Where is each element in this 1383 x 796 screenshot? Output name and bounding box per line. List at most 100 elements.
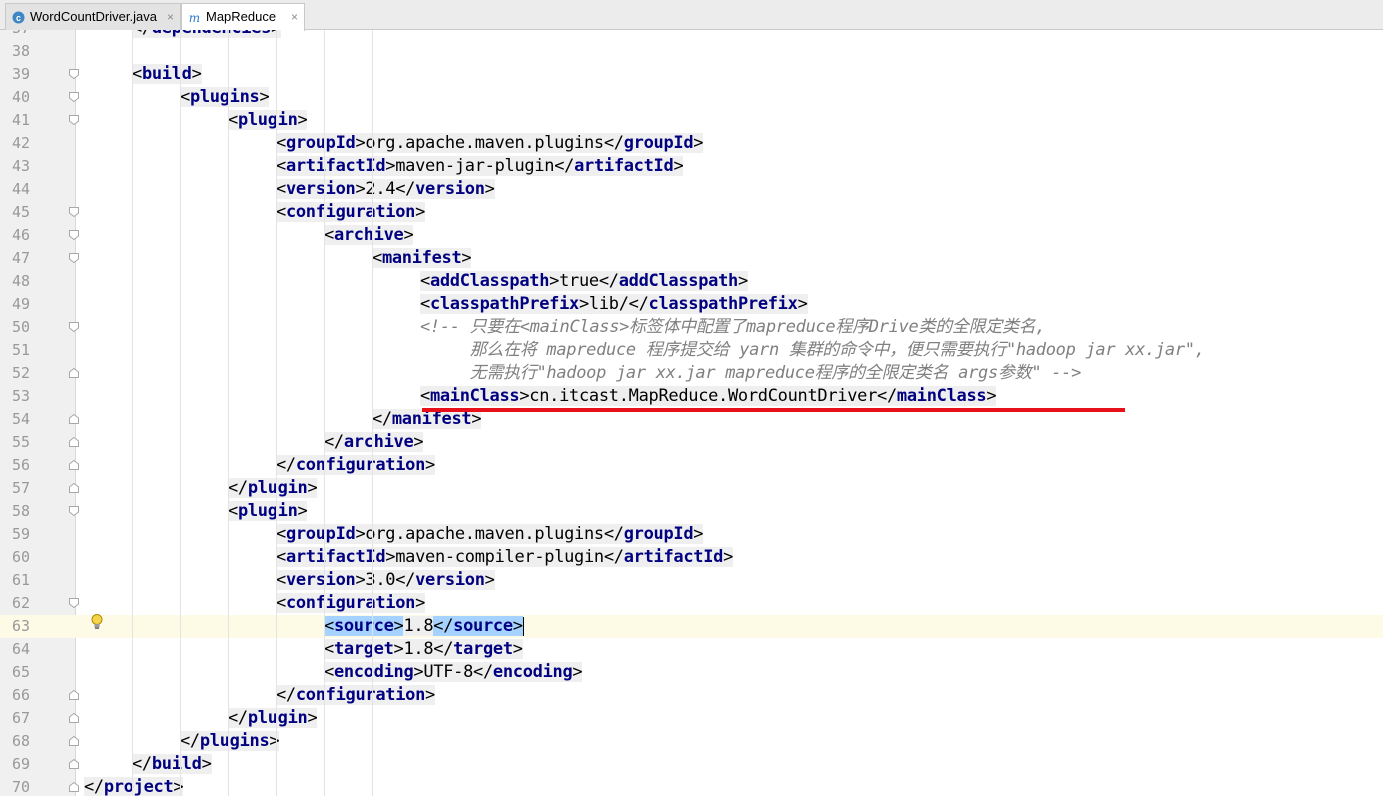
line-number: 61 [11,571,30,589]
code-line[interactable]: 42 <groupId>org.apache.maven.plugins</gro… [0,132,1383,155]
lightbulb-icon[interactable] [90,613,104,631]
close-icon[interactable]: × [167,4,174,30]
fold-open-icon[interactable] [69,506,79,516]
code-line[interactable]: 47 <manifest> [0,247,1383,270]
code-text: <groupId>org.apache.maven.plugins</group… [276,132,704,155]
fold-open-icon[interactable] [69,230,79,240]
code-token: maven-jar-plugin [395,156,555,176]
fold-close-icon[interactable] [69,437,79,447]
code-token: </ [132,30,152,38]
code-line[interactable]: 61 <version>3.0</version> [0,569,1383,592]
xml-tag-name: version [285,570,356,590]
code-line[interactable]: 58 <plugin> [0,500,1383,523]
fold-open-icon[interactable] [69,253,79,263]
fold-open-icon[interactable] [69,322,79,332]
code-line[interactable]: 68 </plugins> [0,730,1383,753]
fold-close-icon[interactable] [69,368,79,378]
code-token: < [324,639,334,659]
code-token: > [413,662,424,682]
code-line[interactable]: 41 <plugin> [0,109,1383,132]
code-line[interactable]: 59 <groupId>org.apache.maven.plugins</gro… [0,523,1383,546]
code-line[interactable]: 65 <encoding>UTF-8</encoding> [0,661,1383,684]
code-editor[interactable]: 37</dependencies>3839<build>40<plugins>4… [0,30,1383,796]
xml-tag-name: groupId [285,133,356,153]
code-token: > [307,478,318,498]
fold-open-icon[interactable] [69,207,79,217]
code-line[interactable]: 50 <!-- 只要在<mainClass>标签体中配置了mapreduce程序D… [0,316,1383,339]
code-line[interactable]: 51 那么在将 mapreduce 程序提交给 yarn 集群的命令中，便只需要… [0,339,1383,362]
code-text: <plugin> [228,109,308,132]
line-number: 57 [11,479,30,497]
fold-open-icon[interactable] [69,598,79,608]
code-line[interactable]: 60 <artifactId>maven-compiler-plugin</art… [0,546,1383,569]
indent-guide [180,30,181,796]
xml-tag-name: groupId [285,524,356,544]
code-line[interactable]: 40 <plugins> [0,86,1383,109]
code-text: <configuration> [276,201,425,224]
code-token: > [461,248,472,268]
code-line[interactable]: 56 </configuration> [0,454,1383,477]
code-line[interactable]: 48 <addClasspath>true</addClasspath> [0,270,1383,293]
code-token: </ [395,570,416,590]
code-line[interactable]: 39 <build> [0,63,1383,86]
fold-close-icon[interactable] [69,713,79,723]
line-number: 51 [11,341,30,359]
line-number: 64 [11,640,30,658]
fold-open-icon[interactable] [69,92,79,102]
xml-tag-name: source [333,616,394,636]
fold-open-icon[interactable] [69,69,79,79]
line-number: 68 [11,732,30,750]
code-text: 那么在将 mapreduce 程序提交给 yarn 集群的命令中，便只需要执行"… [420,339,1205,362]
code-line[interactable]: 69 </build> [0,753,1383,776]
fold-close-icon[interactable] [69,736,79,746]
code-line[interactable]: 67 </plugin> [0,707,1383,730]
fold-close-icon[interactable] [69,782,79,792]
fold-close-icon[interactable] [69,759,79,769]
fold-close-icon[interactable] [69,483,79,493]
code-token: < [276,570,286,590]
tab-mapreduce[interactable]: m MapReduce × [181,3,305,31]
code-token: < [420,294,430,314]
code-token: > [201,754,212,774]
code-line[interactable]: 64 <target>1.8</target> [0,638,1383,661]
fold-close-icon[interactable] [69,460,79,470]
tab-wordcountdriver[interactable]: c WordCountDriver.java × [5,3,181,30]
code-token: > [173,777,184,796]
xml-tag-name: configuration [285,202,416,222]
line-number: 55 [11,433,30,451]
fold-close-icon[interactable] [69,690,79,700]
code-token: </ [877,386,897,406]
code-token: > [355,133,366,153]
code-line[interactable]: 62 <configuration> [0,592,1383,615]
code-token: < [324,662,334,682]
code-line[interactable]: 66 </configuration> [0,684,1383,707]
line-number: 45 [11,203,30,221]
fold-open-icon[interactable] [69,115,79,125]
code-line[interactable]: 37 </dependencies> [0,30,1383,40]
code-token: </ [628,294,649,314]
code-line[interactable]: 43 <artifactId>maven-jar-plugin</artifact… [0,155,1383,178]
code-token: 2.4 [365,179,396,199]
code-text: <artifactId>maven-compiler-plugin</artif… [276,546,733,569]
code-line[interactable]: 53 <mainClass>cn.itcast.MapReduce.WordCou… [0,385,1383,408]
close-icon[interactable]: × [291,4,298,30]
code-line[interactable]: 55 </archive> [0,431,1383,454]
line-number: 53 [11,387,30,405]
code-token: </ [132,754,152,774]
code-text: <version>2.4</version> [276,178,495,201]
code-token: < [420,271,430,291]
code-token: < [276,593,286,613]
code-line[interactable]: 57 </plugin> [0,477,1383,500]
code-line[interactable]: 38 [0,40,1383,63]
code-line[interactable]: 49 <classpathPrefix>lib/</classpathPrefix… [0,293,1383,316]
fold-close-icon[interactable] [69,414,79,424]
code-token: > [693,524,704,544]
xml-tag-name: configuration [285,593,416,613]
code-line[interactable]: 44 <version>2.4</version> [0,178,1383,201]
code-line[interactable]: 46 <archive> [0,224,1383,247]
code-line[interactable]: 45 <configuration> [0,201,1383,224]
line-number: 43 [11,157,30,175]
code-line[interactable]: 52 无需执行"hadoop jar xx.jar mapreduce程序的全限… [0,362,1383,385]
code-line[interactable]: 70 </project> [0,776,1383,796]
code-line[interactable]: 63 <source>1.8</source> [0,615,1383,638]
